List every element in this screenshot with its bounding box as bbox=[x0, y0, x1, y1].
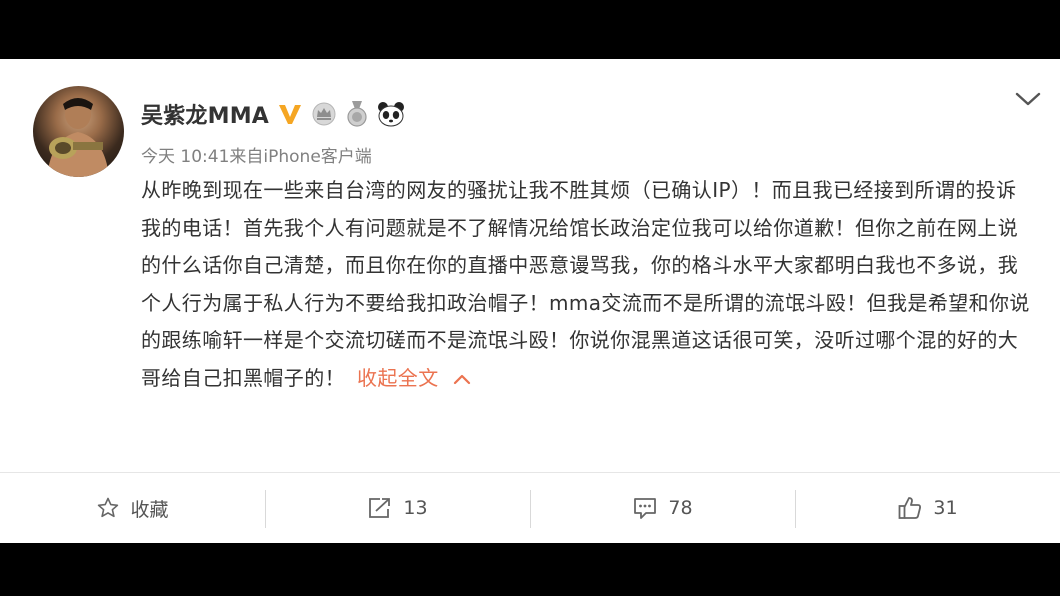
thumbs-up-icon bbox=[897, 495, 923, 521]
like-count: 31 bbox=[933, 497, 958, 519]
comment-button[interactable]: 78 bbox=[530, 473, 795, 543]
star-icon bbox=[96, 496, 120, 520]
author-row: 吴紫龙MMA bbox=[141, 97, 405, 131]
chevron-down-icon[interactable] bbox=[1014, 89, 1042, 109]
comment-icon bbox=[632, 496, 658, 520]
crown-icon[interactable] bbox=[311, 101, 337, 127]
author-avatar[interactable] bbox=[33, 86, 124, 177]
favorite-label: 收藏 bbox=[130, 498, 169, 521]
author-name[interactable]: 吴紫龙MMA bbox=[141, 98, 269, 130]
like-button[interactable]: 31 bbox=[795, 473, 1060, 543]
avatar-image bbox=[47, 98, 109, 177]
post-content: 从昨晚到现在一些来自台湾的网友的骚扰让我不胜其烦（已确认IP）！而且我已经接到所… bbox=[141, 172, 1036, 397]
post-source[interactable]: 来自iPhone客户端 bbox=[229, 147, 371, 167]
post-text: 从昨晚到现在一些来自台湾的网友的骚扰让我不胜其烦（已确认IP）！而且我已经接到所… bbox=[141, 178, 1030, 390]
action-bar: 收藏 13 78 31 bbox=[0, 473, 1060, 543]
favorite-button[interactable]: 收藏 bbox=[0, 473, 265, 543]
repost-icon bbox=[367, 496, 393, 520]
collapse-label: 收起全文 bbox=[357, 365, 439, 390]
medal-icon[interactable] bbox=[345, 100, 369, 128]
post-time[interactable]: 今天 10:41 bbox=[141, 147, 229, 167]
repost-button[interactable]: 13 bbox=[265, 473, 530, 543]
verified-v-icon[interactable] bbox=[277, 102, 303, 126]
chevron-up-icon bbox=[453, 360, 471, 398]
weibo-post-card: 吴紫龙MMA 今天 10:41来自iPhone客户端 从昨晚到现在一些来自台湾的… bbox=[0, 59, 1060, 543]
post-meta: 今天 10:41来自iPhone客户端 bbox=[141, 142, 372, 167]
panda-icon[interactable] bbox=[377, 101, 405, 127]
comment-count: 78 bbox=[668, 497, 693, 519]
repost-count: 13 bbox=[403, 497, 428, 519]
collapse-link[interactable]: 收起全文 bbox=[357, 366, 471, 390]
